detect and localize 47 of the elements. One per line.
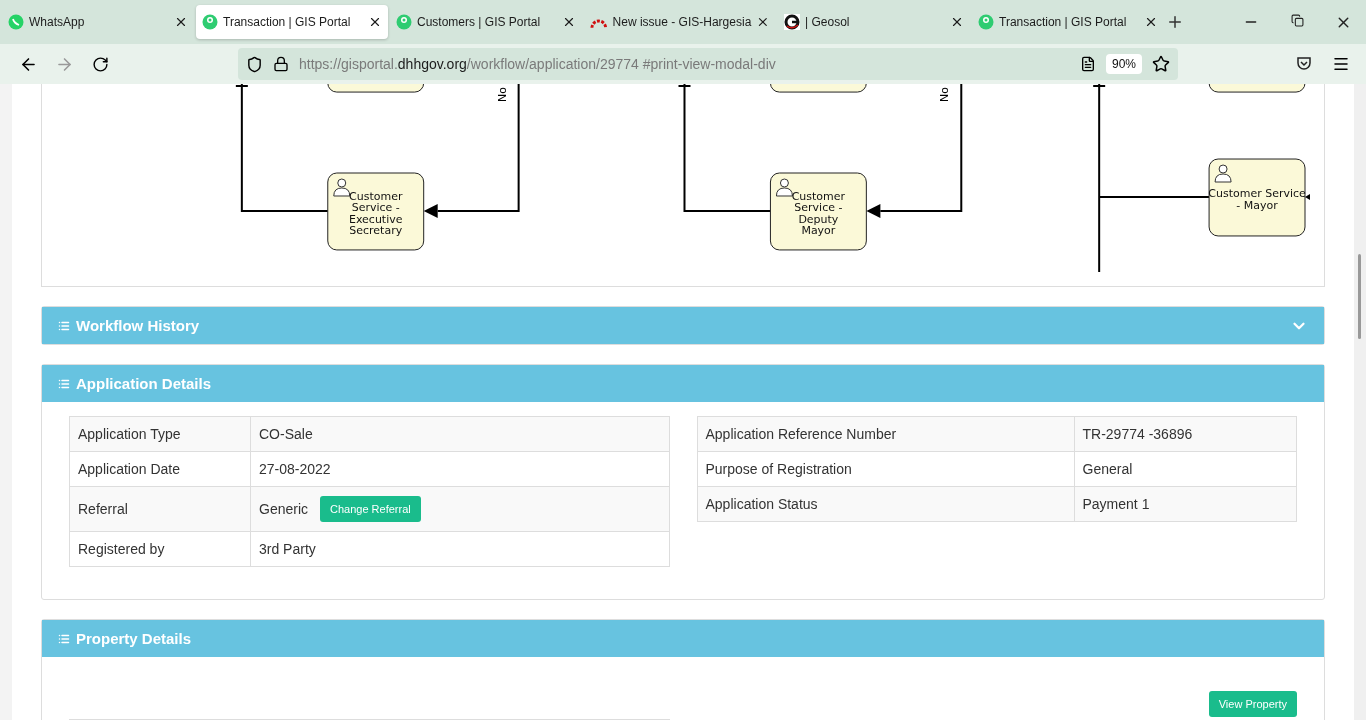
list-icon (58, 377, 70, 390)
table-cell-text: Registered by (77, 540, 166, 559)
address-bar[interactable]: https://gisportal.dhhgov.org/workflow/application/29774 #print-view-modal-div 90% (238, 48, 1178, 80)
browser-tab[interactable]: Transaction | GIS Portal (972, 5, 1164, 39)
reader-icon[interactable] (1079, 56, 1096, 72)
task-node: Customer Service - Executive Secretary (327, 172, 425, 251)
table-cell: Payment 1 (1073, 487, 1296, 521)
close-icon[interactable] (174, 15, 188, 29)
close-icon[interactable] (562, 15, 576, 29)
person-icon (333, 178, 351, 197)
browser-tab[interactable]: Customers | GIS Portal (390, 5, 582, 39)
browser-tab[interactable]: New issue - GIS-Hargesia (584, 5, 776, 39)
table-cell-text: Referral (77, 500, 129, 519)
close-icon[interactable] (756, 15, 770, 29)
edge-label: No (938, 87, 952, 103)
scroll-thumb[interactable] (1358, 254, 1361, 339)
close-icon[interactable] (368, 15, 382, 29)
lock-icon (273, 56, 289, 72)
browser-tab[interactable]: WhatsApp (2, 5, 194, 39)
reload-icon[interactable] (91, 55, 109, 73)
task-node: Customer Service - Mayor (1208, 158, 1306, 237)
new-tab-icon[interactable] (1166, 13, 1184, 31)
zoom-level[interactable]: 90% (1105, 54, 1142, 74)
edge-label: No (495, 87, 509, 103)
pocket-icon[interactable] (1296, 55, 1312, 71)
person-icon (775, 178, 793, 197)
letter-g-icon (784, 14, 800, 30)
close-icon[interactable] (1144, 15, 1158, 29)
browser-tab[interactable]: Transaction | GIS Portal (196, 5, 388, 39)
table-cell-text: Purpose of Registration (704, 460, 853, 479)
shield-icon (246, 55, 263, 73)
table-cell-text: Application Reference Number (704, 425, 898, 444)
cell-value: Generic (259, 501, 309, 517)
close-icon[interactable] (950, 15, 964, 29)
menu-icon[interactable] (1332, 55, 1350, 73)
list-icon (58, 632, 70, 645)
restore-icon[interactable] (1290, 13, 1304, 27)
table-cell: 3rd Party (250, 532, 669, 566)
person-icon (1214, 164, 1232, 183)
table-cell-text: Application Type (77, 425, 182, 444)
list-icon (58, 319, 70, 332)
task-node: Customer Service - Deputy Mayor (769, 172, 867, 251)
table-cell-text: Application Status (704, 495, 819, 514)
star-icon[interactable] (1152, 55, 1170, 73)
browser-tab[interactable]: | Geosol (778, 5, 970, 39)
url-text: https://gisportal.dhhgov.org/workflow/application/29774 #print-view-modal-div (299, 56, 777, 72)
table-cell-text: Application Date (77, 460, 181, 479)
